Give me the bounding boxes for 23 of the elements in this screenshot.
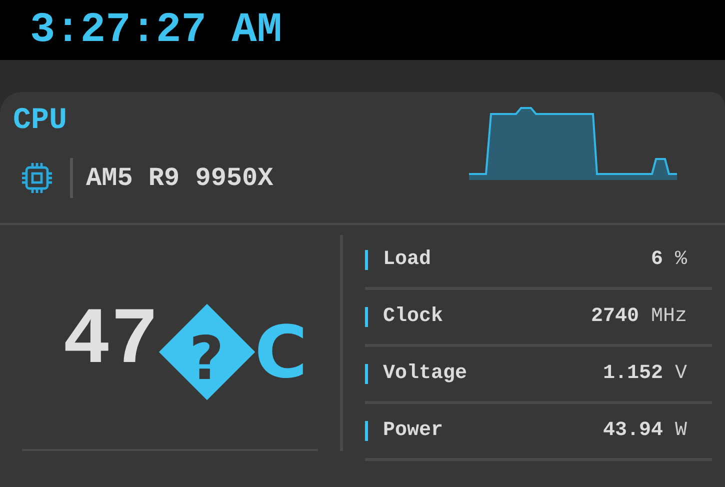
metric-unit: % bbox=[674, 247, 687, 273]
cpu-model: AM5 R9 9950X bbox=[86, 162, 274, 194]
accent-bar bbox=[365, 421, 368, 441]
temperature-value: 47 bbox=[62, 302, 159, 382]
accent-bar bbox=[365, 364, 368, 384]
metric-label: Load bbox=[383, 247, 432, 273]
card-title: CPU bbox=[13, 106, 68, 136]
unknown-sign: ? bbox=[158, 304, 255, 400]
metric-label: Voltage bbox=[383, 361, 468, 387]
metric-value: 6 bbox=[650, 247, 663, 273]
temperature-unit: C bbox=[254, 309, 308, 396]
chip-icon bbox=[19, 160, 55, 196]
accent-bar bbox=[365, 250, 368, 270]
metric-label: Power bbox=[383, 418, 444, 444]
clock-time: 3:27:27 AM bbox=[30, 9, 282, 51]
metric-value: 2740 bbox=[590, 304, 639, 330]
accent-bar bbox=[365, 307, 368, 327]
metric-unit: MHz bbox=[650, 304, 687, 330]
metric-unit: V bbox=[674, 361, 687, 387]
metric-label: Clock bbox=[383, 304, 444, 330]
metric-value: 43.94 bbox=[602, 418, 663, 444]
metric-unit: W bbox=[674, 418, 687, 444]
metric-value: 1.152 bbox=[602, 361, 663, 387]
